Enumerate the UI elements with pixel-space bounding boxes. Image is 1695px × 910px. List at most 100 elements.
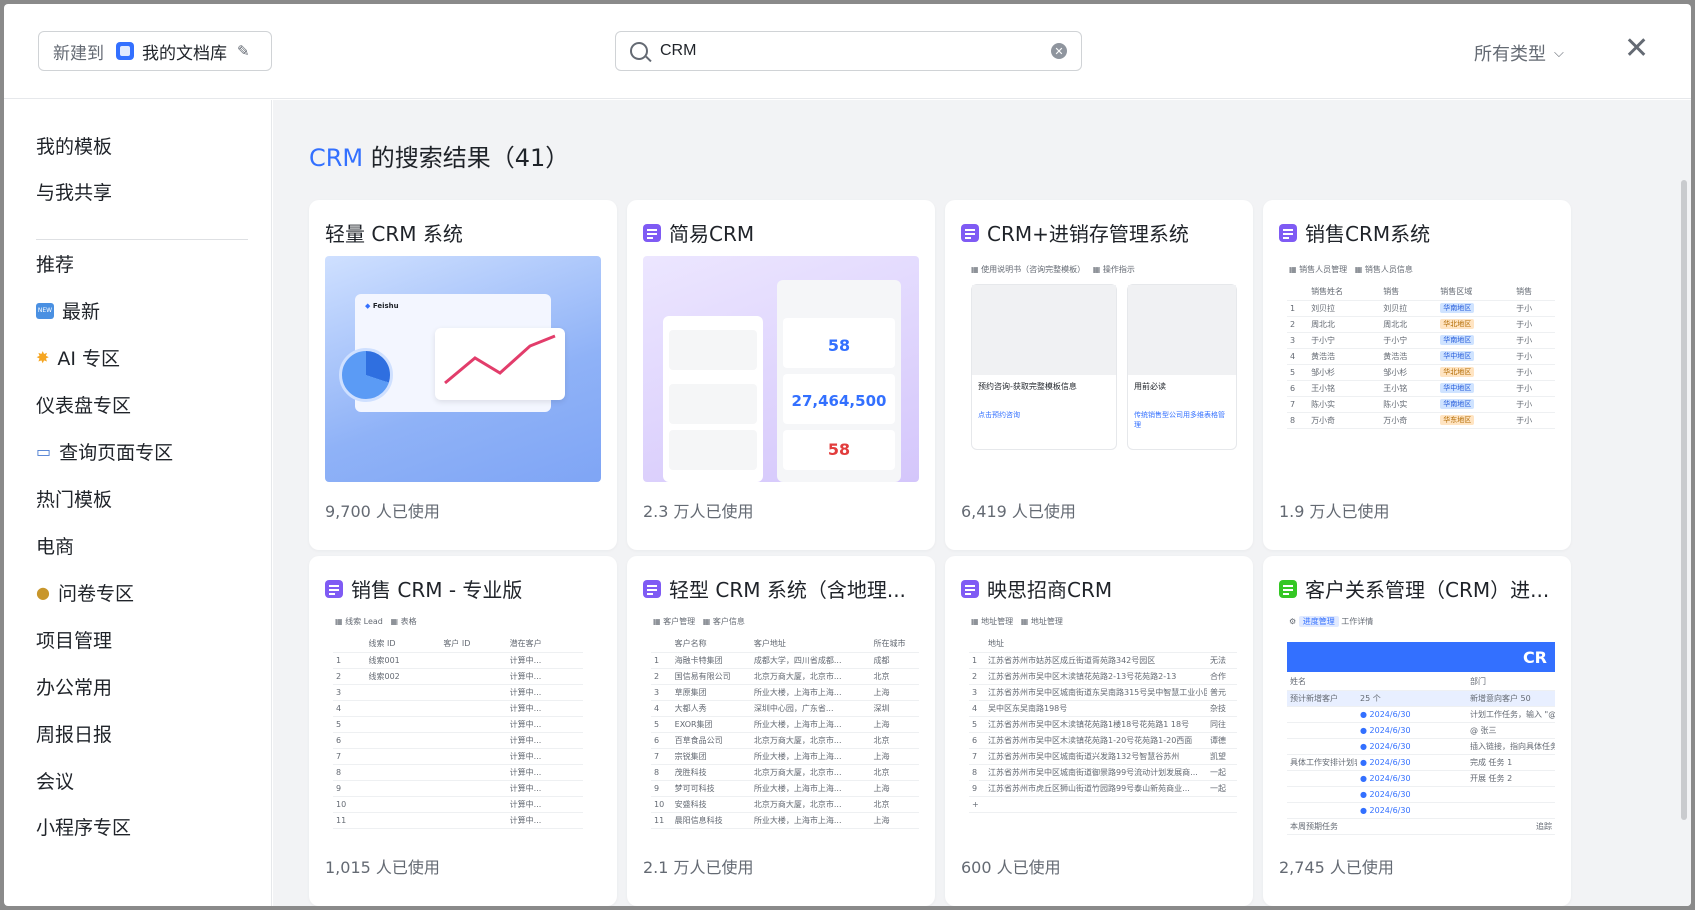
preview-table: 线索 ID 客户 ID 潜在客户 1 线索001 计算中... 2 线索002 计算中...…	[333, 636, 583, 829]
sidebar-item-query-page[interactable]: ▭ 查询页面专区	[36, 438, 173, 465]
sidebar-item-label: 会议	[36, 771, 75, 793]
card-title-text: 映思招商CRM	[987, 578, 1113, 602]
card-title: 销售 CRM - 专业版	[325, 574, 605, 603]
sidebar-item-dashboard[interactable]: 仪表盘专区	[36, 391, 131, 418]
new-to-location-button[interactable]: 新建到 我的文档库 ✎	[38, 31, 272, 71]
new-badge-icon: NEW	[36, 302, 54, 319]
preview-tabs: ⚙ 进度管理 工作详情	[1289, 616, 1374, 627]
sidebar-item-meeting[interactable]: 会议	[36, 767, 74, 794]
preview-tabs: ▦ 销售人员管理 ▦ 销售人员信息	[1289, 265, 1413, 274]
template-modal: 新建到 我的文档库 ✎ ✕ 所有类型 ⌵ ✕ 我的模板 与我共享 推荐 NEW …	[4, 4, 1691, 906]
sidebar-item-label: 周报日报	[36, 724, 113, 746]
sidebar-item-recommended[interactable]: 推荐	[36, 250, 74, 277]
template-card[interactable]: 销售 CRM - 专业版 ▦ 线索 Lead ▦ 表格 线索 ID 客户 ID 潜在…	[309, 556, 617, 906]
card-title: 映思招商CRM	[961, 574, 1241, 603]
sidebar-item-survey[interactable]: ● 问卷专区	[36, 579, 134, 606]
type-filter-dropdown[interactable]: 所有类型 ⌵	[1474, 40, 1564, 66]
base-icon	[961, 579, 979, 598]
book-icon: ▭	[36, 442, 52, 461]
card-preview: ▦ 销售人员管理 ▦ 销售人员信息 销售姓名 销售 销售区域 销售 1 刘贝拉 刘贝拉 华南…	[1279, 256, 1555, 482]
scrollbar[interactable]	[1681, 180, 1687, 820]
preview-tabs: ▦ 使用说明书（咨询完整模板） ▦ 操作指示	[971, 265, 1135, 274]
preview-tabs: ▦ 客户管理 ▦ 客户信息	[653, 617, 745, 626]
search-icon	[630, 42, 648, 60]
sidebar-item-my-templates[interactable]: 我的模板	[36, 132, 112, 159]
preview-gallery-card: 预约咨询-获取完整模板信息 点击预约咨询	[971, 284, 1117, 450]
sidebar-item-latest[interactable]: NEW 最新	[36, 297, 100, 324]
template-card[interactable]: 映思招商CRM ▦ 地址管理 ▦ 地址管理 地址 1 江苏省苏州市姑苏区成丘街道胥…	[945, 556, 1253, 906]
card-title: 简易CRM	[643, 218, 923, 247]
card-title-text: 简易CRM	[669, 222, 755, 246]
sidebar-item-label: 热门模板	[36, 489, 113, 511]
preview-gallery-card: 用前必读 传统销售型公司用多维表格管理	[1127, 284, 1237, 450]
card-title: 销售CRM系统	[1279, 218, 1559, 247]
metric-value: 58	[783, 430, 895, 470]
card-preview: ▦ 使用说明书（咨询完整模板） ▦ 操作指示 预约咨询-获取完整模板信息 点击预…	[961, 256, 1237, 482]
results-panel: CRM 的搜索结果（41） 轻量 CRM 系统 ◆ Feishu 9,700 人…	[273, 100, 1691, 906]
new-to-label: 新建到	[53, 43, 104, 64]
template-card[interactable]: 轻量 CRM 系统 ◆ Feishu 9,700 人已使用	[309, 200, 617, 550]
sidebar-item-project-mgmt[interactable]: 项目管理	[36, 626, 112, 653]
card-title-text: 销售CRM系统	[1305, 222, 1431, 246]
usage-count: 9,700 人已使用	[325, 502, 440, 521]
sidebar-item-shared-with-me[interactable]: 与我共享	[36, 178, 112, 205]
usage-count: 6,419 人已使用	[961, 502, 1076, 521]
sheet-banner: CR	[1287, 642, 1555, 672]
sidebar-item-label: 我的模板	[36, 136, 113, 158]
card-title: CRM+进销存管理系统	[961, 218, 1241, 247]
card-preview: ⚙ 进度管理 工作详情 CR 姓名 部门 预计新增客户 25 个新增意向客户 50 …	[1279, 612, 1555, 838]
card-preview: ▦ 线索 Lead ▦ 表格 线索 ID 客户 ID 潜在客户 1 线索001 计算中.…	[325, 612, 601, 838]
pencil-edit-icon: ✎	[237, 42, 250, 60]
sidebar-item-ecommerce[interactable]: 电商	[36, 532, 74, 559]
sidebar-item-popular[interactable]: 热门模板	[36, 485, 112, 512]
metric-value: 58	[783, 318, 895, 368]
top-bar: 新建到 我的文档库 ✎ ✕ 所有类型 ⌵ ✕	[4, 4, 1691, 99]
category-sidebar: 我的模板 与我共享 推荐 NEW 最新 ✸ AI 专区 仪表盘专区 ▭ 查询页面…	[4, 100, 272, 906]
card-title-text: 客户关系管理（CRM）进...	[1305, 578, 1550, 602]
person-icon: ●	[36, 583, 50, 602]
card-title-text: 销售 CRM - 专业版	[351, 578, 523, 602]
search-keyword: CRM	[309, 144, 364, 172]
preview-tabs: ▦ 线索 Lead ▦ 表格	[335, 617, 417, 626]
trend-line-icon	[444, 334, 556, 385]
type-filter-label: 所有类型	[1474, 44, 1546, 65]
preview-table: 地址 1 江苏省苏州市姑苏区成丘街道胥苑路342号园区 无法 2 江苏省苏州市吴中区木…	[969, 636, 1237, 813]
sidebar-item-reports[interactable]: 周报日报	[36, 720, 112, 747]
sidebar-item-office[interactable]: 办公常用	[36, 673, 112, 700]
sidebar-item-label: 问卷专区	[57, 583, 134, 605]
sidebar-item-label: 推荐	[36, 254, 75, 276]
card-preview: ▦ 地址管理 ▦ 地址管理 地址 1 江苏省苏州市姑苏区成丘街道胥苑路342号园区…	[961, 612, 1237, 838]
close-icon[interactable]: ✕	[1624, 34, 1649, 64]
results-count: 的搜索结果（41）	[363, 144, 570, 172]
usage-count: 2.3 万人已使用	[643, 502, 754, 521]
search-input[interactable]	[660, 42, 1051, 60]
template-card[interactable]: CRM+进销存管理系统 ▦ 使用说明书（咨询完整模板） ▦ 操作指示 预约咨询-…	[945, 200, 1253, 550]
feishu-logo: ◆ Feishu	[365, 302, 399, 310]
card-title: 客户关系管理（CRM）进...	[1279, 574, 1559, 603]
search-box[interactable]: ✕	[615, 31, 1082, 71]
sidebar-item-miniapp[interactable]: 小程序专区	[36, 813, 131, 840]
card-title-text: 轻量 CRM 系统	[325, 222, 463, 246]
template-card[interactable]: 客户关系管理（CRM）进... ⚙ 进度管理 工作详情 CR 姓名 部门 预计新增…	[1263, 556, 1571, 906]
template-card[interactable]: 销售CRM系统 ▦ 销售人员管理 ▦ 销售人员信息 销售姓名 销售 销售区域 销售 1…	[1263, 200, 1571, 550]
card-title-text: CRM+进销存管理系统	[987, 222, 1189, 246]
sidebar-item-label: 办公常用	[36, 677, 113, 699]
usage-count: 1.9 万人已使用	[1279, 502, 1390, 521]
usage-count: 2,745 人已使用	[1279, 858, 1394, 877]
clear-search-icon[interactable]: ✕	[1051, 43, 1067, 59]
base-icon	[1279, 223, 1297, 242]
pie-chart-icon	[339, 348, 393, 402]
usage-count: 1,015 人已使用	[325, 858, 440, 877]
card-preview: ▦ 客户管理 ▦ 客户信息 客户名称 客户地址 所在城市 1 海融卡特集团 成都大学，四…	[643, 612, 919, 838]
preview-table: 销售姓名 销售 销售区域 销售 1 刘贝拉 刘贝拉 华南地区 于小 2 周北北 周北北 华北地区 于小…	[1287, 284, 1555, 429]
base-icon	[643, 579, 661, 598]
results-heading: CRM 的搜索结果（41）	[309, 138, 569, 173]
usage-count: 2.1 万人已使用	[643, 858, 754, 877]
template-card[interactable]: 轻型 CRM 系统（含地理... ▦ 客户管理 ▦ 客户信息 客户名称 客户地址所…	[627, 556, 935, 906]
sidebar-item-ai[interactable]: ✸ AI 专区	[36, 344, 120, 371]
card-title-text: 轻型 CRM 系统（含地理...	[669, 578, 906, 602]
base-icon	[961, 223, 979, 242]
sidebar-item-label: 与我共享	[36, 182, 113, 204]
doc-library-icon	[116, 42, 134, 60]
template-card[interactable]: 简易CRM 58 27,464,500 58 2.3 万人已使用	[627, 200, 935, 550]
